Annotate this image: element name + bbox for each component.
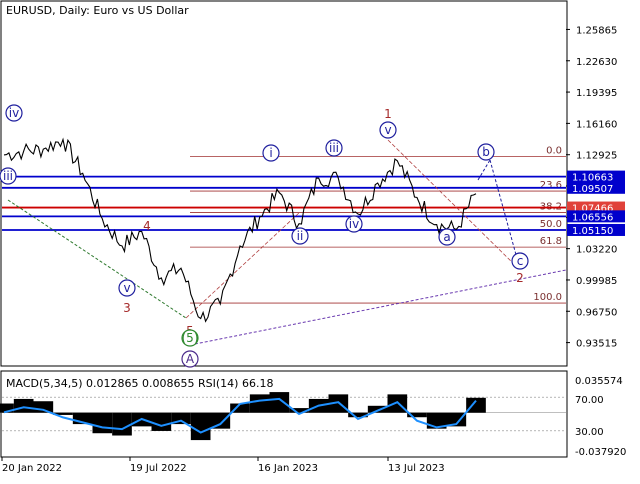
macd-bar (466, 397, 486, 413)
macd-bar (33, 401, 54, 413)
wave-label: 3 (123, 301, 131, 315)
macd-bar (92, 412, 113, 434)
price-axis-label: 1.25865 (576, 25, 617, 36)
price-pane-frame (0, 0, 568, 367)
wave-label: v (123, 281, 130, 295)
price-axis-label: 0.96750 (576, 307, 617, 318)
level-label-text: 1.05150 (572, 226, 613, 237)
wave-label: iii (3, 169, 13, 183)
time-axis-label: 13 Jul 2023 (388, 463, 445, 474)
level-label-text: 1.09507 (572, 184, 613, 195)
fibonacci-level-label: 50.0 (540, 219, 562, 230)
chart-svg: EURUSD, Daily: Euro vs US Dollar MACD(5,… (0, 0, 626, 474)
wave-label: a (443, 230, 450, 244)
indicator-scale-label: -0.037920 (575, 447, 626, 458)
price-axis-label: 1.16160 (576, 119, 617, 130)
macd-bar (112, 412, 132, 436)
macd-bar (151, 412, 172, 431)
wave-label: iii (329, 141, 339, 155)
price-axis-label: 1.12925 (576, 151, 617, 162)
fibonacci-level-label: 61.8 (540, 236, 562, 247)
level-price-labels: 1.106631.095071.074661.065561.05150 (567, 170, 625, 237)
macd-bar (249, 394, 270, 413)
indicator-scale-label: 0.035574 (575, 376, 623, 387)
indicator-scale-label: 70.00 (575, 395, 604, 406)
fibonacci-level-label: 0.0 (546, 145, 562, 156)
wave-label: 2 (516, 271, 524, 285)
price-axis-label: 1.03220 (576, 245, 617, 256)
indicator-axis: 0.035574 70.00 30.00 -0.037920 (575, 376, 626, 458)
wave-label: i (269, 146, 272, 160)
price-axis-label: 0.99985 (576, 276, 617, 287)
time-axis: 20 Jan 2022 19 Jul 2022 16 Jan 2023 13 Jul … (1, 457, 445, 474)
wave-label: (5) (182, 331, 199, 345)
wave-label: iv (349, 217, 359, 231)
price-axis-label: 1.19395 (576, 88, 617, 99)
wave-label: iv (9, 106, 19, 120)
time-axis-label: 19 Jul 2022 (130, 463, 187, 474)
level-label-text: 1.06556 (572, 212, 613, 223)
wave-label: b (482, 145, 490, 159)
indicator-scale-label: 30.00 (575, 427, 604, 438)
wave-label: 4 (143, 219, 151, 233)
macd-bar (190, 412, 211, 441)
fibonacci-level-label: 100.0 (533, 292, 562, 303)
chart-root: EURUSD, Daily: Euro vs US Dollar MACD(5,… (0, 0, 640, 480)
wave-label: v (384, 123, 391, 137)
wave-label: A (186, 352, 195, 366)
time-axis-label: 20 Jan 2022 (2, 463, 62, 474)
wave-label: 1 (384, 107, 392, 121)
indicator-caption: MACD(5,34,5) 0.012865 0.008655 RSI(14) 6… (6, 377, 273, 390)
fibonacci-level-label: 23.6 (540, 180, 562, 191)
wave-label: ii (297, 229, 304, 243)
wave-label: c (517, 254, 524, 268)
macd-bar (13, 398, 34, 413)
symbol-header: EURUSD, Daily: Euro vs US Dollar (6, 4, 189, 17)
price-axis-label: 1.22630 (576, 57, 617, 68)
time-axis-label: 16 Jan 2023 (258, 463, 318, 474)
price-axis-label: 0.93515 (576, 339, 617, 350)
macd-bar (269, 392, 290, 413)
